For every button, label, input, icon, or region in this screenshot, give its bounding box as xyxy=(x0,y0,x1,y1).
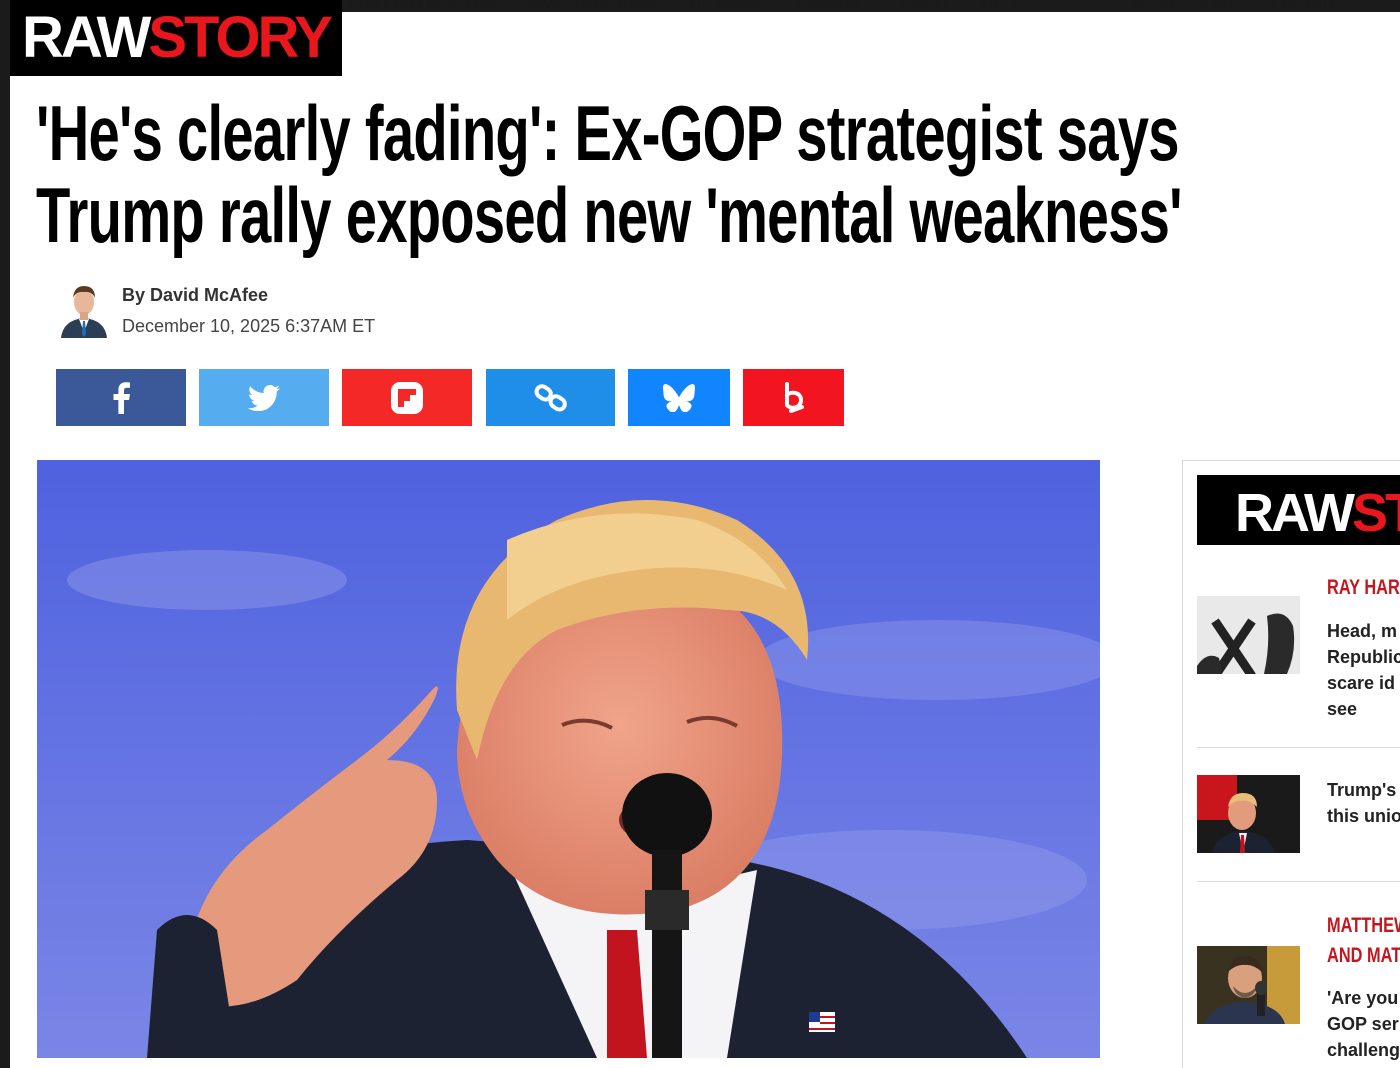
share-bluesky-button[interactable] xyxy=(628,369,730,426)
byline-date: December 10, 2025 6:37AM ET xyxy=(122,316,376,336)
sidebar-story-title-line: scare id xyxy=(1327,673,1396,693)
sidebar-story-title-line: see xyxy=(1327,699,1358,719)
headline-line-1: 'He's clearly fading': Ex-GOP strategist… xyxy=(36,89,1180,177)
sidebar-story-kicker: RAY HAR xyxy=(1327,576,1400,599)
share-twitter-button[interactable] xyxy=(199,369,329,426)
sidebar-story-kicker: MATTHEW xyxy=(1327,914,1400,937)
facebook-icon xyxy=(111,381,131,414)
sidebar-story-kicker: AND MAT xyxy=(1327,944,1400,967)
sidebar-logo-wordmark: RAWST xyxy=(1235,485,1400,541)
logo-wordmark: RAWSTORY xyxy=(22,5,333,70)
left-rail xyxy=(0,0,10,1068)
logo-raw: RAW xyxy=(22,5,151,70)
sidebar-story-2[interactable]: Trump's this unio xyxy=(1197,775,1400,855)
sidebar-story-title-line: Head, m xyxy=(1327,621,1398,641)
sidebar-story-thumbnail[interactable] xyxy=(1197,775,1300,853)
sidebar-widget: RAWST RAY HAR Head, m Republic scare id … xyxy=(1182,460,1400,1068)
bluesky-icon xyxy=(663,383,695,412)
sidebar-story-title-line: GOP ser xyxy=(1327,1014,1399,1034)
sidebar-story-title-line: 'Are you xyxy=(1327,988,1399,1008)
logo-story: STORY xyxy=(148,5,333,70)
sidebar-story-thumbnail[interactable] xyxy=(1197,946,1300,1024)
nav-item-curated[interactable]: CURATED FOR YOU xyxy=(348,0,496,16)
flipboard-icon xyxy=(390,381,424,415)
article-headline: 'He's clearly fading': Ex-GOP strategist… xyxy=(36,92,1396,256)
sidebar-story-title-line: challeng xyxy=(1327,1040,1400,1060)
sidebar-story-title-line: Trump's xyxy=(1327,780,1397,800)
author-avatar[interactable] xyxy=(59,280,109,338)
twitter-icon xyxy=(248,384,280,411)
share-flipboard-button[interactable] xyxy=(342,369,472,426)
nav-item-video[interactable]: VIDEO xyxy=(900,0,948,16)
byline-author[interactable]: By David McAfee xyxy=(122,285,268,306)
sidebar-story-thumbnail[interactable] xyxy=(1197,596,1300,674)
main-nav: CURATED FOR YOU INVESTIGATIONS US NEWS O… xyxy=(342,0,1400,24)
nav-item-opinion[interactable]: OPINION xyxy=(796,0,861,16)
link-icon xyxy=(533,383,569,413)
nav-item-us-news[interactable]: US NEWS xyxy=(690,0,762,16)
sidebar-story-title-line: this unio xyxy=(1327,806,1400,826)
nav-item-my-account[interactable]: MY ACCOUNT xyxy=(1133,0,1236,16)
sidebar-logo-raw: RAW xyxy=(1235,483,1355,543)
sidebar-logo[interactable]: RAWST xyxy=(1197,475,1400,545)
share-copy-link-button[interactable] xyxy=(486,369,615,426)
nav-item-logout[interactable]: LOGOUT xyxy=(1272,0,1338,16)
sidebar-divider xyxy=(1197,881,1400,882)
beehiiv-icon xyxy=(781,381,807,415)
sidebar-story-3[interactable]: MATTHEW AND MAT 'Are you GOP ser challen… xyxy=(1197,911,1400,1068)
site-logo[interactable]: RAWSTORY xyxy=(10,0,342,76)
hero-image[interactable] xyxy=(37,460,1100,1058)
nav-item-help[interactable]: HELP xyxy=(982,0,1023,16)
sidebar-logo-story: ST xyxy=(1351,483,1400,543)
share-beehiiv-button[interactable] xyxy=(743,369,844,426)
nav-item-investigations[interactable]: INVESTIGATIONS xyxy=(527,0,656,16)
headline-line-2: Trump rally exposed new 'mental weakness… xyxy=(36,171,1183,259)
sidebar-story-1[interactable]: RAY HAR Head, m Republic scare id see xyxy=(1197,571,1400,721)
sidebar-story-title-line: Republic xyxy=(1327,647,1400,667)
sidebar-divider xyxy=(1197,747,1400,748)
share-facebook-button[interactable] xyxy=(56,369,186,426)
